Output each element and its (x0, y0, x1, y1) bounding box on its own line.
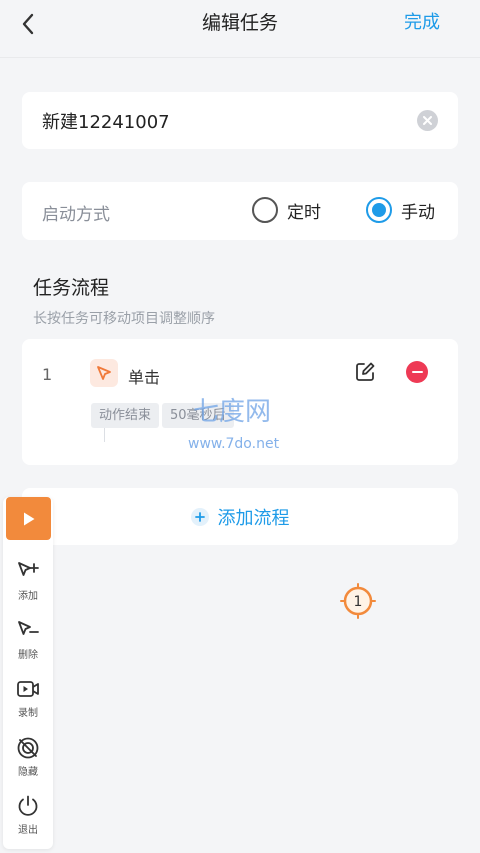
tap-position-marker[interactable]: 1 (340, 583, 376, 619)
radio-unchecked-icon (252, 197, 278, 223)
add-cursor-icon (18, 562, 39, 576)
toolbar-hide[interactable]: 隐藏 (3, 736, 53, 788)
radio-timer[interactable]: 定时 (252, 197, 321, 223)
delete-icon[interactable] (406, 361, 428, 383)
play-button[interactable] (6, 497, 51, 540)
power-icon (18, 795, 38, 816)
done-button[interactable]: 完成 (404, 10, 440, 36)
radio-timer-label: 定时 (287, 202, 321, 223)
tap-cursor-icon (90, 359, 118, 387)
toolbar-add-label: 添加 (18, 591, 38, 602)
radio-checked-icon (366, 197, 392, 223)
task-name-input[interactable]: 新建12241007 (42, 108, 170, 134)
watermark: 七度网 www.7do.net (188, 388, 298, 454)
flow-section-hint: 长按任务可移动项目调整顺序 (33, 311, 215, 327)
add-flow-label: 添加流程 (217, 507, 290, 529)
tap-marker-label: 1 (354, 594, 363, 610)
tree-connector (104, 428, 105, 442)
header-bar: 编辑任务 完成 (0, 0, 480, 58)
step-index: 1 (42, 365, 53, 384)
floating-toolbar: 添加 删除 录制 隐藏 退出 (3, 497, 53, 849)
radio-manual[interactable]: 手动 (366, 197, 435, 223)
edit-icon[interactable] (354, 361, 376, 383)
clear-icon[interactable] (417, 110, 438, 131)
task-name-card: 新建12241007 (22, 92, 458, 149)
toolbar-record-label: 录制 (18, 708, 38, 719)
toolbar-exit[interactable]: 退出 (3, 794, 53, 846)
launch-mode-label: 启动方式 (42, 205, 110, 225)
radio-manual-label: 手动 (401, 202, 435, 223)
record-icon (17, 681, 39, 697)
watermark-url: www.7do.net (188, 436, 280, 452)
plus-icon (190, 507, 209, 526)
watermark-text: 七度网 (193, 397, 271, 427)
toolbar-record[interactable]: 录制 (3, 677, 53, 729)
remove-cursor-icon (18, 621, 39, 635)
toolbar-remove-label: 删除 (18, 650, 38, 661)
flow-section-title: 任务流程 (33, 277, 110, 299)
step-name: 单击 (128, 368, 161, 387)
toolbar-remove[interactable]: 删除 (3, 619, 53, 671)
play-icon (23, 512, 34, 525)
launch-mode-card: 启动方式 定时 手动 (22, 182, 458, 240)
step-tag-end: 动作结束 (91, 403, 160, 428)
hide-icon (17, 737, 39, 759)
toolbar-add[interactable]: 添加 (3, 560, 53, 612)
add-flow-button[interactable]: 添加流程 (22, 488, 458, 545)
toolbar-exit-label: 退出 (18, 825, 38, 836)
toolbar-hide-label: 隐藏 (18, 767, 38, 778)
